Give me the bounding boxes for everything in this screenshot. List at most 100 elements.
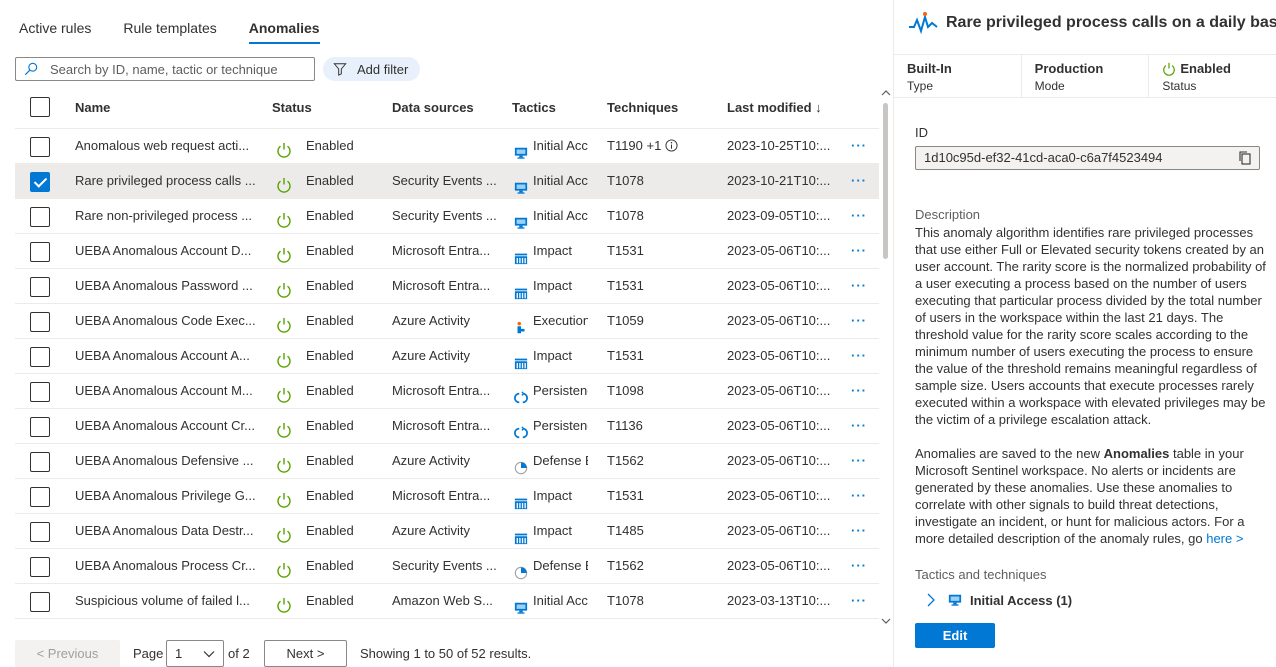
power-icon (276, 417, 292, 438)
scroll-thumb[interactable] (883, 103, 888, 259)
row-checkbox[interactable] (30, 242, 50, 262)
row-more-button[interactable]: ··· (851, 584, 871, 618)
row-checkbox[interactable] (30, 207, 50, 227)
prop-status-value-row: Enabled (1162, 61, 1276, 76)
row-name[interactable]: UEBA Anomalous Account Cr... (75, 409, 260, 443)
copy-icon[interactable] (1237, 150, 1253, 166)
table-row[interactable]: UEBA Anomalous Account Cr... Enabled Micro… (15, 409, 879, 444)
table-row[interactable]: UEBA Anomalous Privilege G... Enabled Micr… (15, 479, 879, 514)
table-scrollbar[interactable] (880, 87, 893, 627)
scroll-down-icon[interactable] (881, 617, 891, 625)
table-row[interactable]: UEBA Anomalous Account A... Enabled Azure … (15, 339, 879, 374)
row-more-button[interactable]: ··· (851, 269, 871, 303)
row-checkbox[interactable] (30, 277, 50, 297)
row-name[interactable]: UEBA Anomalous Code Exec... (75, 304, 260, 338)
tab-active-rules[interactable]: Active rules (19, 0, 91, 44)
row-more-button[interactable]: ··· (851, 129, 871, 163)
header-name[interactable]: Name (75, 91, 110, 125)
header-status[interactable]: Status (272, 91, 312, 125)
table-row[interactable]: UEBA Anomalous Defensive ... Enabled Azure… (15, 444, 879, 479)
row-more-button[interactable]: ··· (851, 339, 871, 373)
row-more-button[interactable]: ··· (851, 164, 871, 198)
row-checkbox[interactable] (30, 417, 50, 437)
row-more-button[interactable]: ··· (851, 444, 871, 478)
row-checkbox[interactable] (30, 522, 50, 542)
search-input[interactable] (50, 61, 290, 77)
tactic-initial-access-item[interactable]: Initial Access (1) (926, 591, 1072, 609)
row-more-button[interactable]: ··· (851, 549, 871, 583)
tab-anomalies[interactable]: Anomalies (248, 0, 320, 44)
row-more-button[interactable]: ··· (851, 199, 871, 233)
row-checkbox[interactable] (30, 382, 50, 402)
table-row[interactable]: UEBA Anomalous Process Cr... Enabled Secur… (15, 549, 879, 584)
table-row[interactable]: Rare privileged process calls ... Enabled… (15, 164, 879, 199)
info-icon[interactable] (661, 138, 678, 153)
row-checkbox[interactable] (30, 557, 50, 577)
row-name[interactable]: UEBA Anomalous Account D... (75, 234, 260, 268)
search-box[interactable] (15, 57, 315, 81)
row-name[interactable]: UEBA Anomalous Defensive ... (75, 444, 260, 478)
scroll-up-icon[interactable] (881, 89, 891, 97)
row-data-source: Azure Activity (392, 348, 471, 363)
table-row[interactable]: UEBA Anomalous Data Destr... Enabled Azure… (15, 514, 879, 549)
row-name[interactable]: UEBA Anomalous Account A... (75, 339, 260, 373)
row-checkbox[interactable] (30, 137, 50, 157)
select-all-checkbox[interactable] (30, 97, 50, 117)
header-techniques[interactable]: Techniques (607, 91, 678, 125)
row-tactic-text: Persistenc (533, 418, 588, 433)
row-more-button[interactable]: ··· (851, 234, 871, 268)
row-name[interactable]: UEBA Anomalous Privilege G... (75, 479, 260, 513)
row-more-button[interactable]: ··· (851, 479, 871, 513)
table-row[interactable]: UEBA Anomalous Code Exec... Enabled Azure … (15, 304, 879, 339)
row-more-button[interactable]: ··· (851, 304, 871, 338)
row-more-button[interactable]: ··· (851, 514, 871, 548)
table-row[interactable]: Rare non-privileged process ... Enabled Se… (15, 199, 879, 234)
row-technique: T1531 (607, 269, 717, 303)
row-tactic-text: Persistenc (533, 383, 588, 398)
edit-button[interactable]: Edit (915, 623, 995, 648)
page-select[interactable]: 1 (166, 640, 224, 667)
row-checkbox[interactable] (30, 312, 50, 332)
row-status: Enabled (276, 444, 386, 478)
id-field[interactable]: 1d10c95d-ef32-41cd-aca0-c6a7f4523494 (915, 146, 1260, 170)
header-data-sources[interactable]: Data sources (392, 91, 474, 125)
next-button[interactable]: Next > (264, 640, 347, 667)
row-name[interactable]: Rare privileged process calls ... (75, 164, 260, 198)
row-data-source (392, 129, 504, 163)
row-data-source: Microsoft Entra... (392, 418, 491, 433)
row-more-button[interactable]: ··· (851, 409, 871, 443)
previous-button[interactable]: < Previous (15, 640, 120, 667)
table-row[interactable]: UEBA Anomalous Password ... Enabled Micros… (15, 269, 879, 304)
row-checkbox[interactable] (30, 592, 50, 612)
row-tactic: Initial Acc (514, 199, 588, 233)
row-name[interactable]: Anomalous web request acti... (75, 129, 260, 163)
row-tactic-text: Impact (533, 348, 573, 363)
row-status-text: Enabled (306, 348, 354, 363)
row-status: Enabled (276, 374, 386, 408)
table-row[interactable]: UEBA Anomalous Account M... Enabled Micros… (15, 374, 879, 409)
add-filter-button[interactable]: Add filter (323, 57, 421, 81)
row-checkbox[interactable] (30, 347, 50, 367)
header-tactics[interactable]: Tactics (512, 91, 556, 125)
table-row[interactable]: UEBA Anomalous Account D... Enabled Micros… (15, 234, 879, 269)
here-link[interactable]: here > (1206, 531, 1243, 546)
row-data-source: Security Events ... (392, 558, 497, 573)
row-name[interactable]: Suspicious volume of failed l... (75, 584, 260, 618)
row-name[interactable]: UEBA Anomalous Account M... (75, 374, 260, 408)
row-checkbox[interactable] (30, 487, 50, 507)
row-technique-text: T1136 (607, 418, 643, 433)
anomaly-icon (909, 12, 938, 35)
row-more-button[interactable]: ··· (851, 374, 871, 408)
table-row[interactable]: Anomalous web request acti... Enabled Init… (15, 129, 879, 164)
row-checkbox[interactable] (30, 172, 50, 192)
row-name[interactable]: UEBA Anomalous Data Destr... (75, 514, 260, 548)
table-row[interactable]: Suspicious volume of failed l... Enabled A… (15, 584, 879, 619)
row-name[interactable]: Rare non-privileged process ... (75, 199, 260, 233)
row-data-source: Security Events ... (392, 173, 497, 188)
header-last-modified[interactable]: Last modified ↓ (727, 91, 822, 125)
row-checkbox[interactable] (30, 452, 50, 472)
row-name[interactable]: UEBA Anomalous Process Cr... (75, 549, 260, 583)
row-name[interactable]: UEBA Anomalous Password ... (75, 269, 260, 303)
chevron-right-icon[interactable] (926, 593, 936, 607)
tab-rule-templates[interactable]: Rule templates (123, 0, 216, 44)
